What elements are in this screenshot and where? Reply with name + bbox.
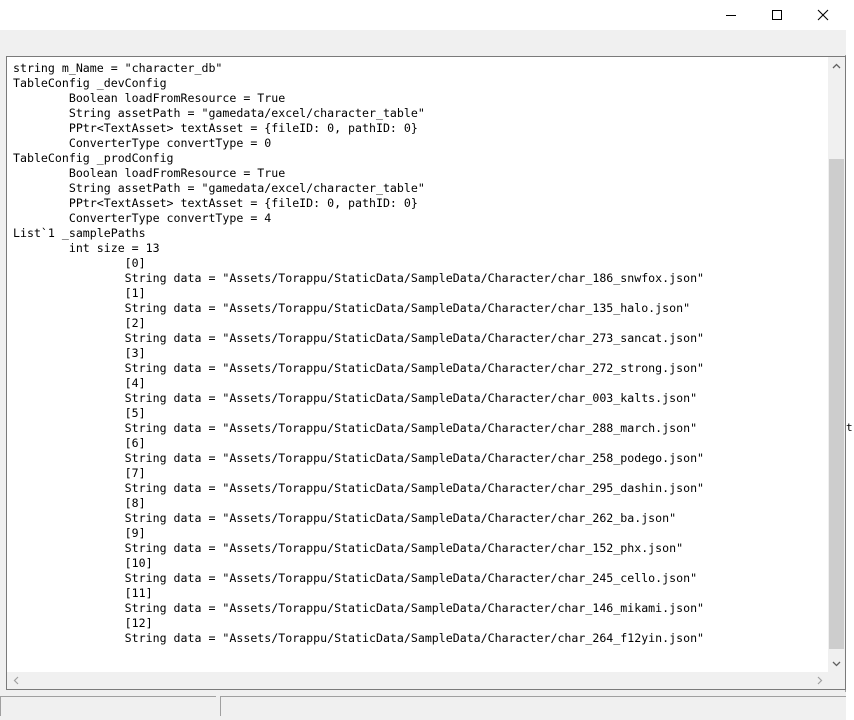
toolbar-area — [0, 30, 846, 55]
dump-line: ConverterType convertType = 0 — [13, 136, 272, 150]
scroll-right-button[interactable] — [811, 672, 828, 689]
minimize-icon — [726, 15, 736, 16]
dump-line: [5] — [13, 406, 146, 420]
dump-line: [3] — [13, 346, 146, 360]
maximize-icon — [772, 10, 782, 20]
close-button[interactable] — [800, 0, 846, 30]
scroll-left-button[interactable] — [7, 672, 24, 689]
dump-line: [1] — [13, 286, 146, 300]
dump-line: int size = 13 — [13, 241, 160, 255]
chevron-right-icon — [817, 676, 822, 685]
text-viewer-window: string m_Name = "character_db" TableConf… — [0, 0, 846, 716]
background-window-text: t, — [846, 421, 854, 434]
dump-line: Boolean loadFromResource = True — [13, 91, 286, 105]
dump-text-box[interactable]: string m_Name = "character_db" TableConf… — [6, 56, 846, 690]
dump-line: TableConfig _devConfig — [13, 76, 167, 90]
dump-line: String data = "Assets/Torappu/StaticData… — [13, 421, 698, 435]
dump-line: String data = "Assets/Torappu/StaticData… — [13, 631, 705, 645]
dump-line: String data = "Assets/Torappu/StaticData… — [13, 361, 705, 375]
chevron-left-icon — [13, 676, 18, 685]
background-window — [846, 0, 854, 720]
status-panel-left — [0, 696, 216, 716]
dump-line: String data = "Assets/Torappu/StaticData… — [13, 511, 677, 525]
dump-line: [9] — [13, 526, 146, 540]
scroll-down-button[interactable] — [828, 655, 845, 672]
dump-line: PPtr<TextAsset> textAsset = {fileID: 0, … — [13, 121, 418, 135]
dump-line: ConverterType convertType = 4 — [13, 211, 272, 225]
dump-line: String data = "Assets/Torappu/StaticData… — [13, 271, 705, 285]
vertical-scroll-thumb[interactable] — [829, 159, 844, 649]
dump-line: String data = "Assets/Torappu/StaticData… — [13, 451, 705, 465]
dump-line: [8] — [13, 496, 146, 510]
title-bar[interactable] — [0, 0, 846, 30]
dump-line: String assetPath = "gamedata/excel/chara… — [13, 106, 425, 120]
maximize-button[interactable] — [754, 0, 800, 30]
dump-line: [12] — [13, 616, 153, 630]
dump-line: String data = "Assets/Torappu/StaticData… — [13, 391, 698, 405]
status-strip — [0, 692, 846, 716]
dump-line: [2] — [13, 316, 146, 330]
dump-line: String data = "Assets/Torappu/StaticData… — [13, 301, 691, 315]
vertical-scrollbar[interactable] — [828, 57, 845, 672]
dump-line: String data = "Assets/Torappu/StaticData… — [13, 571, 698, 585]
dump-line: TableConfig _prodConfig — [13, 151, 174, 165]
status-panel-right — [220, 696, 846, 716]
dump-line: List`1 _samplePaths — [13, 226, 146, 240]
chevron-down-icon — [832, 661, 841, 666]
dump-line: String data = "Assets/Torappu/StaticData… — [13, 541, 684, 555]
minimize-button[interactable] — [708, 0, 754, 30]
dump-line: String data = "Assets/Torappu/StaticData… — [13, 331, 705, 345]
dump-line: String data = "Assets/Torappu/StaticData… — [13, 601, 705, 615]
chevron-up-icon — [832, 63, 841, 68]
scrollbar-corner — [828, 672, 845, 689]
dump-line: PPtr<TextAsset> textAsset = {fileID: 0, … — [13, 196, 418, 210]
close-icon — [817, 9, 829, 21]
horizontal-scrollbar[interactable] — [7, 672, 828, 689]
dump-line: [0] — [13, 256, 146, 270]
dump-line: [6] — [13, 436, 146, 450]
dump-line: String assetPath = "gamedata/excel/chara… — [13, 181, 425, 195]
dump-line: [10] — [13, 556, 153, 570]
dump-line: Boolean loadFromResource = True — [13, 166, 286, 180]
dump-line: [11] — [13, 586, 153, 600]
dump-line: string m_Name = "character_db" — [13, 61, 223, 75]
dump-line: String data = "Assets/Torappu/StaticData… — [13, 481, 705, 495]
dump-text[interactable]: string m_Name = "character_db" TableConf… — [13, 61, 825, 671]
dump-line: [7] — [13, 466, 146, 480]
scroll-up-button[interactable] — [828, 57, 845, 74]
dump-line: [4] — [13, 376, 146, 390]
